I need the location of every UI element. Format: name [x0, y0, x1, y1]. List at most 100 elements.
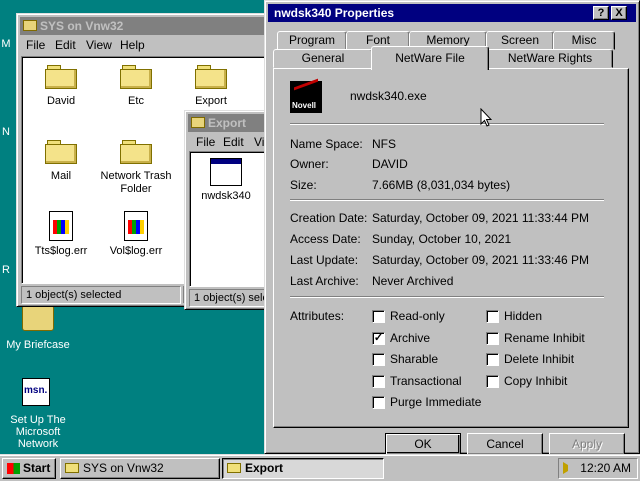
attrs_right-checkbox-label-3[interactable]: Copy Inhibit [504, 374, 567, 388]
folder-icon [23, 20, 37, 31]
taskbar-button-sys[interactable]: SYS on Vnw32 [60, 458, 220, 479]
size-label: Size: [290, 178, 317, 192]
tab-general[interactable]: General [273, 49, 373, 68]
speaker-icon[interactable] [563, 462, 573, 474]
file-label: Vol$log.err [109, 245, 163, 257]
properties-titlebar[interactable]: nwdsk340 Properties [268, 4, 636, 22]
program-window-icon [210, 158, 242, 186]
size-value: 7.66MB (8,031,034 bytes) [372, 178, 511, 192]
menu-file[interactable]: File [26, 38, 45, 52]
last-update-label: Last Update: [290, 253, 359, 267]
tab-screen[interactable]: Screen [486, 31, 554, 50]
attrs_right-checkbox-0[interactable] [486, 310, 499, 323]
export-window-titlebar[interactable]: Export [188, 114, 270, 132]
briefcase-label[interactable]: My Briefcase [2, 339, 74, 351]
attrs_left-checkbox-2[interactable] [372, 353, 385, 366]
file-vol-log[interactable]: Vol$log.err [98, 211, 174, 257]
properties-dialog[interactable]: nwdsk340 Properties ? X Program Font Mem… [264, 0, 640, 455]
attrs_right-checkbox-3[interactable] [486, 374, 499, 388]
attrs_left-checkbox-1[interactable]: ✓ [372, 331, 385, 345]
folder-label: Etc [128, 95, 144, 107]
taskbar-button-label: SYS on Vnw32 [83, 461, 164, 475]
attrs_right-checkbox-1[interactable] [486, 331, 499, 345]
tab-program[interactable]: Program [277, 31, 347, 50]
msn-label-line1: Set Up The [10, 414, 66, 426]
access-date-value: Sunday, October 10, 2021 [372, 232, 512, 246]
folder-label: Network Trash Folder [100, 170, 172, 195]
sys-statusbar: 1 object(s) selected [21, 286, 181, 304]
folder-icon [45, 140, 77, 164]
start-button[interactable]: Start [2, 458, 56, 479]
tab-netware-file[interactable]: NetWare File [371, 46, 489, 70]
cancel-button[interactable]: Cancel [467, 433, 543, 455]
menu-edit[interactable]: Edit [55, 38, 76, 52]
help-button[interactable]: ? [593, 6, 609, 20]
separator [290, 199, 604, 201]
folder-network-trash[interactable]: Network Trash Folder [98, 140, 174, 196]
attrs_left-checkbox-0[interactable] [372, 310, 385, 323]
system-tray: 12:20 AM [558, 458, 638, 479]
folder-label: David [46, 95, 76, 107]
menu-edit[interactable]: Edit [223, 135, 244, 149]
export-window[interactable]: Export File Edit View nwdsk340 1 object(… [184, 110, 280, 310]
tab-panel: Novell nwdsk340.exe Name Space: NFS Owne… [273, 68, 629, 428]
clock[interactable]: 12:20 AM [580, 461, 631, 475]
taskbar-button-export[interactable]: Export [222, 458, 384, 479]
briefcase-icon[interactable] [22, 305, 54, 331]
menu-file[interactable]: File [196, 135, 215, 149]
folder-icon [45, 65, 77, 89]
attrs_right-checkbox-label-2[interactable]: Delete Inhibit [504, 352, 574, 366]
attrs_left-checkbox-label-2[interactable]: Sharable [390, 352, 438, 366]
folder-david[interactable]: David [23, 65, 99, 107]
attrs_left-checkbox-3[interactable] [372, 374, 385, 388]
file-tts-log[interactable]: Tts$log.err [23, 211, 99, 257]
attrs_right-checkbox-label-1[interactable]: Rename Inhibit [504, 331, 585, 345]
sys-menubar: File Edit View Help [20, 36, 266, 54]
close-button[interactable]: X [611, 6, 627, 20]
attrs_left-checkbox-label-0[interactable]: Read-only [390, 309, 445, 323]
folder-etc[interactable]: Etc [98, 65, 174, 107]
msn-label[interactable]: Set Up The Microsoft Network [2, 414, 74, 450]
tab-netware-rights[interactable]: NetWare Rights [487, 49, 613, 68]
attrs_right-checkbox-label-0[interactable]: Hidden [504, 309, 542, 323]
novell-logo-text: Novell [292, 101, 317, 110]
properties-title: nwdsk340 Properties [274, 6, 395, 20]
folder-icon [191, 117, 205, 128]
folder-export[interactable]: Export [173, 65, 249, 107]
last-archive-value: Never Archived [372, 274, 454, 288]
attrs_left-checkbox-label-4[interactable]: Purge Immediate [390, 395, 481, 409]
menu-view[interactable]: View [86, 38, 112, 52]
folder-icon [120, 65, 152, 89]
attrs_left-checkbox-label-3[interactable]: Transactional [390, 374, 462, 388]
folder-icon [65, 463, 79, 473]
ok-button[interactable]: OK [385, 433, 461, 455]
novell-logo-icon: Novell [290, 78, 322, 113]
sys-window-title: SYS on Vnw32 [40, 19, 124, 33]
folder-label: Export [195, 95, 227, 107]
taskbar-button-label: Export [245, 461, 284, 475]
name-space-value: NFS [372, 137, 396, 151]
name-space-label: Name Space: [290, 137, 363, 151]
owner-label: Owner: [290, 157, 329, 171]
msn-icon[interactable]: msn. [22, 378, 50, 406]
attrs_left-checkbox-label-1[interactable]: Archive [390, 331, 430, 345]
tab-misc[interactable]: Misc [553, 31, 615, 50]
filename-value: nwdsk340.exe [350, 89, 427, 103]
apply-button[interactable]: Apply [549, 433, 625, 455]
last-archive-label: Last Archive: [290, 274, 359, 288]
attrs_right-checkbox-2[interactable] [486, 353, 499, 366]
export-file-pane: nwdsk340 [189, 151, 271, 287]
windows-logo-icon [7, 463, 20, 474]
access-date-label: Access Date: [290, 232, 361, 246]
mouse-pointer-icon [480, 108, 492, 127]
file-nwdsk340[interactable]: nwdsk340 [190, 158, 264, 202]
msn-label-line3: Network [17, 438, 59, 450]
folder-mail[interactable]: Mail [23, 140, 99, 182]
attrs_left-checkbox-4[interactable] [372, 396, 385, 409]
export-window-title: Export [208, 116, 247, 130]
folder-icon [120, 140, 152, 164]
creation-date-value: Saturday, October 09, 2021 11:33:44 PM [372, 211, 590, 225]
menu-help[interactable]: Help [120, 38, 145, 52]
sys-window-titlebar[interactable]: SYS on Vnw32 [20, 17, 266, 35]
creation-date-label: Creation Date: [290, 211, 368, 225]
